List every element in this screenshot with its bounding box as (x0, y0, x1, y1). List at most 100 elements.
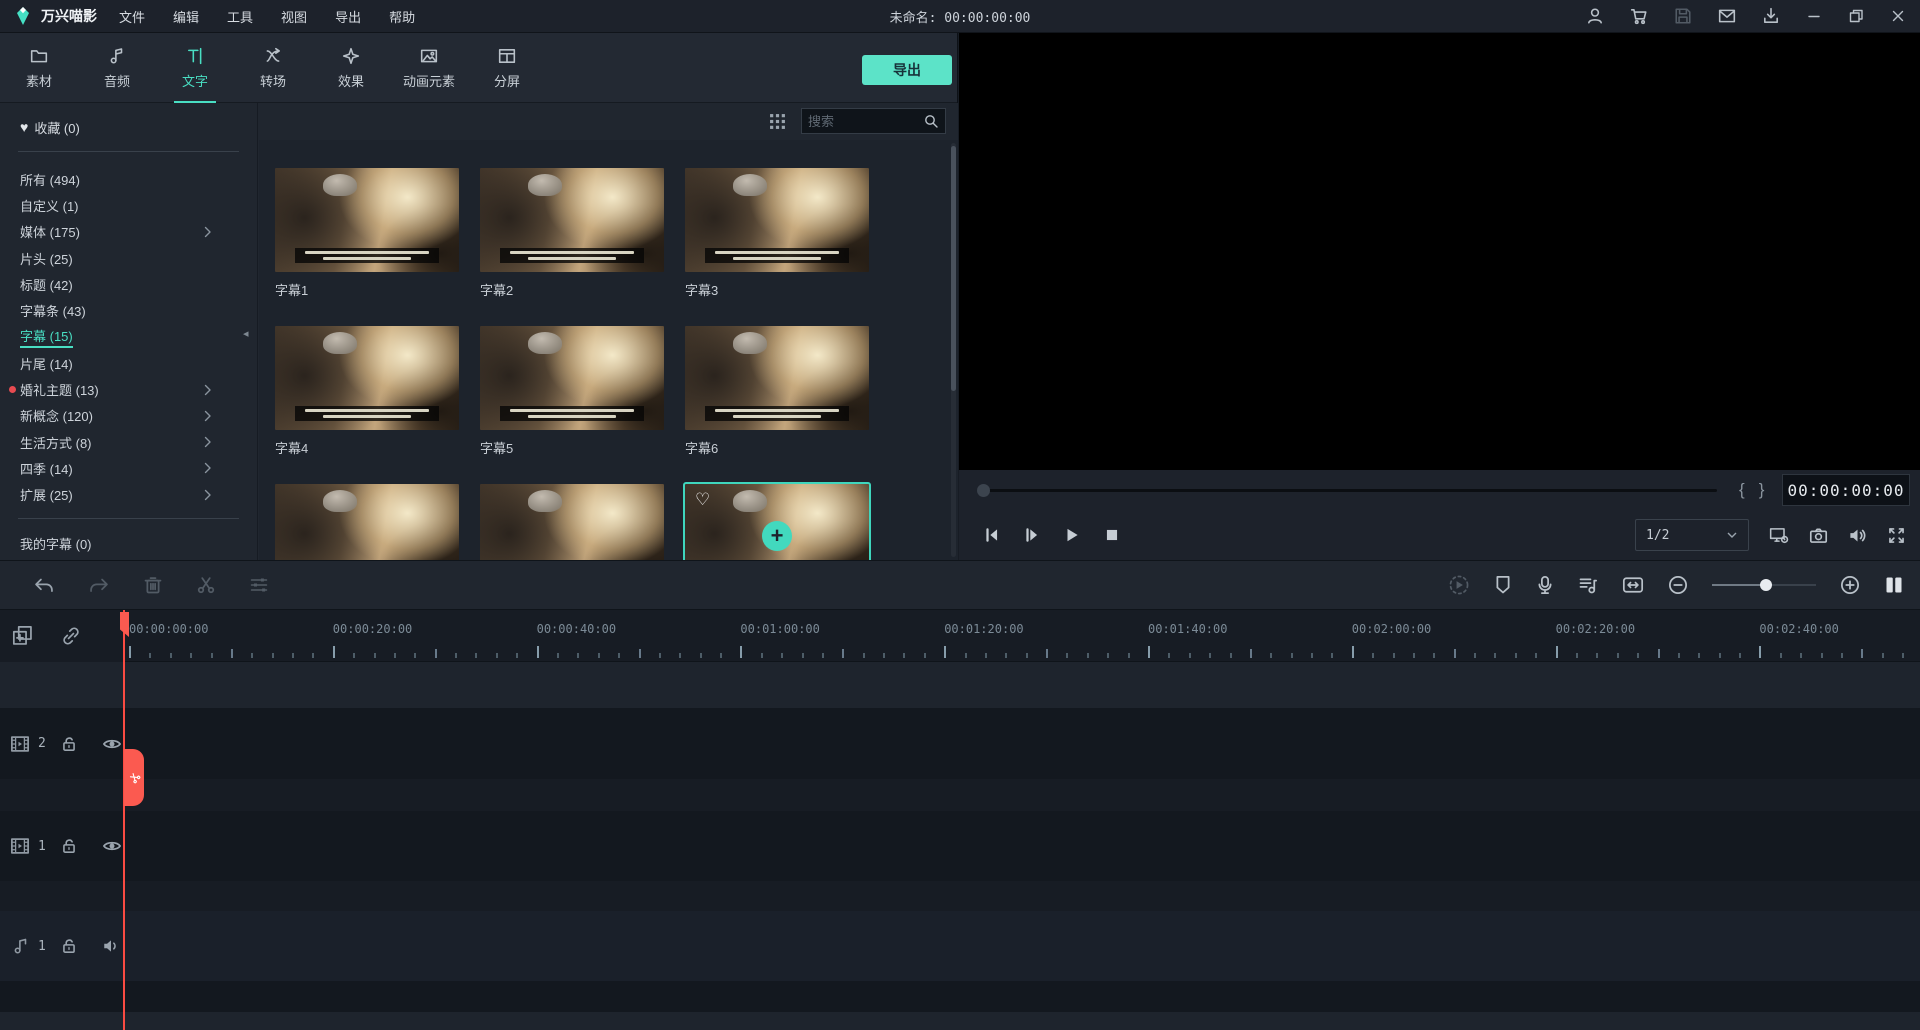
cart-icon[interactable] (1630, 7, 1648, 25)
delete-icon[interactable] (143, 575, 163, 595)
unlock-icon[interactable] (60, 735, 78, 753)
eye-visibility-icon[interactable] (102, 736, 122, 752)
menu-工具[interactable]: 工具 (227, 7, 253, 26)
audio-track-1-lane[interactable] (0, 911, 1920, 981)
search-box[interactable] (801, 108, 946, 134)
zoom-slider-handle[interactable] (1760, 579, 1772, 591)
text-preset-item[interactable]: ♡ + 字幕2 (480, 168, 664, 306)
tab-audio[interactable]: 音频 (88, 33, 146, 103)
restore-button[interactable] (1848, 8, 1864, 24)
playhead-line[interactable] (123, 610, 125, 1030)
playhead-split-button[interactable] (124, 749, 144, 806)
audio-mixer-icon[interactable] (1578, 575, 1598, 595)
sidebar-category-item[interactable]: 媒体 (175) (0, 219, 257, 245)
mute-speaker-icon[interactable] (1848, 526, 1867, 545)
chevron-right-icon[interactable] (203, 226, 213, 238)
video-viewport[interactable] (959, 33, 1920, 470)
text-preset-thumbnail[interactable]: ♡ + (685, 168, 869, 272)
text-preset-thumbnail[interactable]: ♡ + (275, 484, 459, 560)
text-preset-thumbnail[interactable]: ♡ + (685, 326, 869, 430)
search-input[interactable] (808, 114, 923, 129)
seek-handle[interactable] (977, 484, 990, 497)
link-icon[interactable] (60, 625, 82, 647)
text-preset-item[interactable]: ♡ + 字幕1 (275, 168, 459, 306)
play-button[interactable] (1063, 526, 1081, 544)
chevron-right-icon[interactable] (203, 489, 213, 501)
panel-layout-icon[interactable] (1884, 576, 1904, 594)
scrollbar-thumb[interactable] (951, 146, 956, 391)
text-preset-item[interactable]: ♡ + 字幕8 (480, 484, 664, 560)
timeline-zoom-slider[interactable] (1712, 584, 1816, 586)
sidebar-favorites[interactable]: ♥ 收藏 (0) (0, 113, 257, 141)
tab-effects[interactable]: 效果 (322, 33, 380, 103)
text-preset-thumbnail[interactable]: ♡ + (480, 168, 664, 272)
chevron-right-icon[interactable] (203, 384, 213, 396)
sidebar-category-item[interactable]: 生活方式 (8) (0, 429, 257, 455)
favorite-heart-icon[interactable]: ♡ (695, 490, 710, 510)
text-preset-item[interactable]: ♡ + 字幕7 (275, 484, 459, 560)
chevron-right-icon[interactable] (203, 410, 213, 422)
next-frame-button[interactable] (1023, 526, 1041, 544)
track-speaker-icon[interactable] (102, 938, 120, 954)
text-preset-item[interactable]: ♡ + 字幕4 (275, 326, 459, 464)
menu-视图[interactable]: 视图 (281, 7, 307, 26)
undo-icon[interactable] (33, 575, 55, 595)
unlock-icon[interactable] (60, 837, 78, 855)
zoom-to-fit-icon[interactable] (1622, 575, 1644, 595)
search-icon[interactable] (923, 113, 939, 129)
tab-transitions[interactable]: 转场 (244, 33, 302, 103)
sidebar-category-item[interactable]: 字幕条 (43) (0, 297, 257, 323)
menu-编辑[interactable]: 编辑 (173, 7, 199, 26)
unlock-icon[interactable] (60, 937, 78, 955)
sidebar-category-item[interactable]: 所有 (494) (0, 166, 257, 192)
adjust-sliders-icon[interactable] (249, 575, 269, 595)
previous-frame-button[interactable] (983, 526, 1001, 544)
sidebar-category-item[interactable]: 片尾 (14) (0, 350, 257, 376)
text-preset-thumbnail[interactable]: ♡ + (480, 484, 664, 560)
mark-in-icon[interactable]: { (1739, 480, 1745, 500)
display-settings-icon[interactable] (1769, 525, 1789, 545)
eye-visibility-icon[interactable] (102, 838, 122, 854)
text-preset-thumbnail[interactable]: ♡ + (685, 484, 869, 560)
mail-icon[interactable] (1718, 7, 1736, 25)
chevron-right-icon[interactable] (203, 462, 213, 474)
text-preset-item[interactable]: ♡ + 字幕3 (685, 168, 869, 306)
sidebar-category-item[interactable]: 字幕 (15) (0, 324, 257, 350)
stop-button[interactable] (1103, 526, 1121, 544)
tab-text[interactable]: 文字 (166, 33, 224, 103)
account-icon[interactable] (1586, 7, 1604, 25)
save-icon[interactable] (1674, 7, 1692, 25)
export-button[interactable]: 导出 (862, 55, 952, 85)
seek-bar[interactable] (977, 489, 1717, 492)
zoom-out-icon[interactable] (1668, 575, 1688, 595)
render-preview-icon[interactable] (1448, 574, 1470, 596)
text-preset-thumbnail[interactable]: ♡ + (275, 168, 459, 272)
tab-split-screen[interactable]: 分屏 (478, 33, 536, 103)
split-scissors-icon[interactable] (196, 575, 216, 595)
snapshot-camera-icon[interactable] (1809, 526, 1828, 545)
sidebar-category-item[interactable]: 标题 (42) (0, 271, 257, 297)
sidebar-category-item[interactable]: 片头 (25) (0, 245, 257, 271)
text-preset-thumbnail[interactable]: ♡ + (275, 326, 459, 430)
text-preset-thumbnail[interactable]: ♡ + (480, 326, 664, 430)
fullscreen-icon[interactable] (1887, 526, 1906, 545)
download-icon[interactable] (1762, 7, 1780, 25)
sidebar-category-item[interactable]: 四季 (14) (0, 455, 257, 481)
video-track-2-lane[interactable] (0, 708, 1920, 779)
sidebar-category-item[interactable]: 自定义 (1) (0, 192, 257, 218)
timeline-ruler[interactable]: 00:00:00:0000:00:20:0000:00:40:0000:01:0… (125, 610, 1920, 662)
preview-quality-dropdown[interactable]: 1/2 (1635, 519, 1749, 551)
zoom-in-icon[interactable] (1840, 575, 1860, 595)
text-preset-item[interactable]: ♡ + 字幕9 (685, 484, 869, 560)
chevron-right-icon[interactable] (203, 436, 213, 448)
close-button[interactable] (1890, 8, 1906, 24)
minimize-button[interactable] (1806, 8, 1822, 24)
mark-out-icon[interactable]: } (1759, 480, 1765, 500)
tab-elements[interactable]: 动画元素 (400, 33, 458, 103)
tab-media[interactable]: 素材 (10, 33, 68, 103)
record-voiceover-icon[interactable] (1536, 575, 1554, 595)
add-to-timeline-button[interactable]: + (762, 521, 792, 551)
grid-view-icon[interactable] (769, 113, 786, 130)
redo-icon[interactable] (88, 575, 110, 595)
video-track-1-lane[interactable] (0, 811, 1920, 881)
